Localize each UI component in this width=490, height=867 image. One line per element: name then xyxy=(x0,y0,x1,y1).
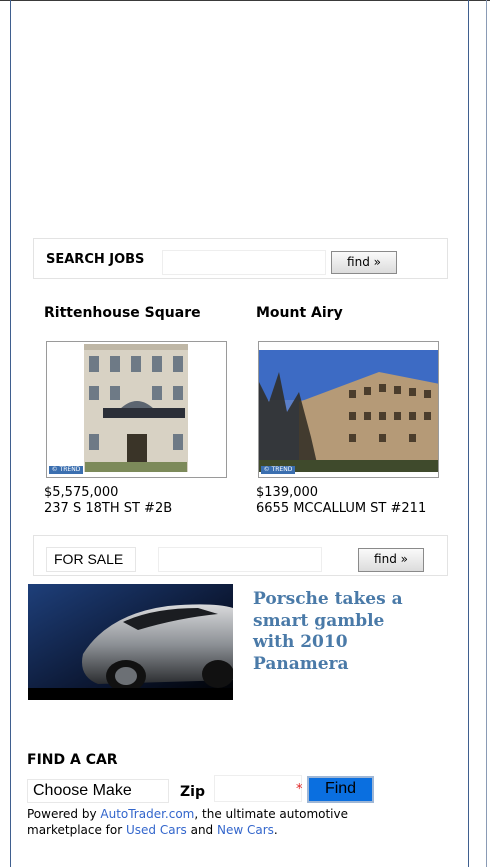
right-border xyxy=(486,0,487,867)
search-jobs-find-button[interactable]: find » xyxy=(331,251,397,274)
listing-neighborhood-1[interactable]: Rittenhouse Square xyxy=(44,305,201,321)
for-sale-widget: FOR SALE find » xyxy=(33,535,448,576)
search-jobs-input[interactable] xyxy=(162,250,326,275)
for-sale-type-select[interactable]: FOR SALE xyxy=(46,547,136,572)
for-sale-search-input[interactable] xyxy=(158,547,322,572)
new-cars-link[interactable]: New Cars xyxy=(217,823,274,837)
trend-badge-2: © TREND xyxy=(261,466,295,474)
building-photo-rittenhouse xyxy=(47,342,226,477)
listing-photo-1[interactable]: © TREND xyxy=(46,341,227,478)
and-text: and xyxy=(186,823,217,837)
required-asterisk: * xyxy=(296,782,303,797)
trend-badge-1: © TREND xyxy=(49,466,83,474)
porsche-car-image xyxy=(28,584,233,700)
porsche-photo[interactable] xyxy=(28,584,233,700)
listing-photo-2[interactable]: © TREND xyxy=(258,341,439,478)
zip-label: Zip xyxy=(180,784,205,800)
used-cars-link[interactable]: Used Cars xyxy=(126,823,187,837)
find-car-button[interactable]: Find xyxy=(307,776,374,803)
search-jobs-widget: SEARCH JOBS find » xyxy=(33,238,448,279)
autotrader-link[interactable]: AutoTrader.com xyxy=(100,807,194,821)
for-sale-find-button[interactable]: find » xyxy=(358,548,424,572)
listing-address-2[interactable]: 6655 MCCALLUM ST #211 xyxy=(256,501,426,516)
powered-by-text: Powered by AutoTrader.com, the ultimate … xyxy=(27,806,387,838)
powered-prefix: Powered by xyxy=(27,807,101,821)
period: . xyxy=(273,823,278,837)
search-jobs-label: SEARCH JOBS xyxy=(46,252,145,267)
listing-address-1[interactable]: 237 S 18TH ST #2B xyxy=(44,501,172,516)
find-a-car-title: FIND A CAR xyxy=(27,752,118,768)
choose-make-select[interactable]: Choose Make xyxy=(27,779,169,803)
listing-price-1: $5,575,000 xyxy=(44,485,119,500)
listing-price-2: $139,000 xyxy=(256,485,319,500)
porsche-headline-link[interactable]: Porsche takes a smart gamble with 2010 P… xyxy=(253,589,423,675)
building-photo-mount-airy xyxy=(259,342,438,477)
listing-neighborhood-2[interactable]: Mount Airy xyxy=(256,305,343,321)
zip-input[interactable] xyxy=(214,775,302,802)
